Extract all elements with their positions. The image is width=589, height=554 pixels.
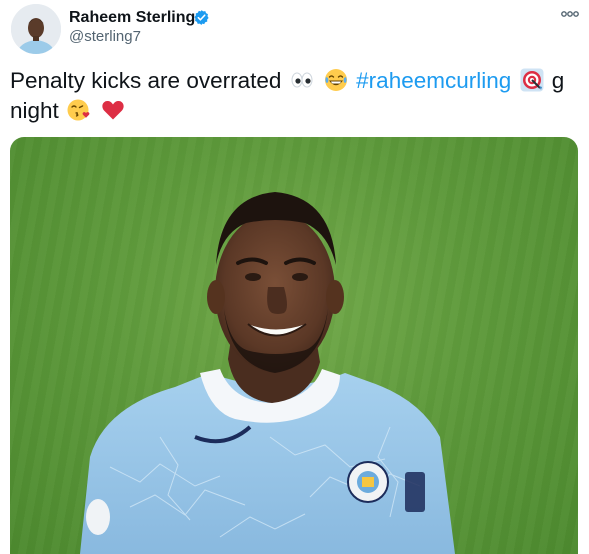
verified-badge-icon <box>194 10 209 25</box>
tweet: Raheem Sterling @sterling7 Penalty kicks… <box>0 0 589 554</box>
tweet-media[interactable] <box>10 137 578 554</box>
player-photo-icon <box>80 192 455 554</box>
tweet-text-part3: night <box>10 98 59 123</box>
tweet-text: Penalty kicks are overrated #raheemcurli… <box>10 66 585 126</box>
hashtag-link[interactable]: #raheemcurling <box>356 68 511 93</box>
author-avatar[interactable] <box>11 4 61 54</box>
direct-hit-emoji-icon <box>520 68 544 92</box>
red-heart-emoji-icon <box>101 98 125 122</box>
more-options-icon[interactable] <box>560 8 580 20</box>
eyes-emoji-icon <box>290 68 314 92</box>
tweet-text-part1: Penalty kicks are overrated <box>10 68 282 93</box>
tweet-text-part2: g <box>551 68 565 93</box>
face-with-tears-of-joy-emoji-icon <box>324 68 348 92</box>
author-display-name[interactable]: Raheem Sterling <box>69 8 195 27</box>
face-blowing-a-kiss-emoji-icon <box>67 98 91 122</box>
author-handle[interactable]: @sterling7 <box>69 27 141 46</box>
profile-photo-icon <box>11 4 61 54</box>
